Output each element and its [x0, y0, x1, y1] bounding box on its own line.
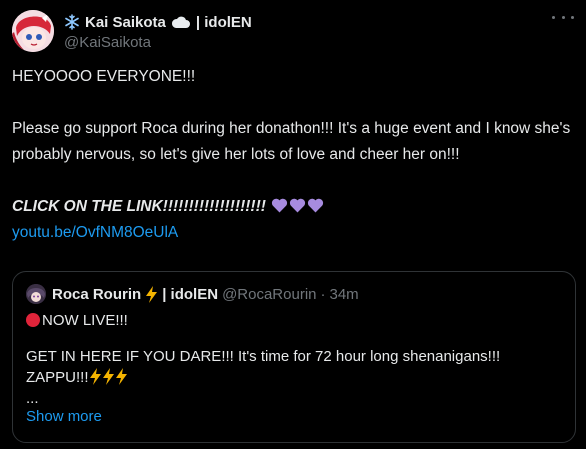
quote-live-line: NOW LIVE!!! — [26, 310, 566, 331]
show-more-link[interactable]: Show more — [26, 408, 102, 425]
quote-author-affiliation: | idolEN — [162, 285, 219, 303]
quote-text: NOW LIVE!!! GET IN HERE IF YOU DARE!!! I… — [26, 310, 566, 409]
lightning-icon — [102, 368, 114, 385]
cloud-icon — [171, 16, 190, 28]
quote-author-name: Roca Rourin — [52, 285, 142, 303]
tweet-paragraph-2: Please go support Roca during her donath… — [12, 120, 571, 163]
red-circle-icon — [26, 313, 40, 327]
quote-body-line: GET IN HERE IF YOU DARE!!! It's time for… — [26, 346, 566, 388]
tweet-link[interactable]: youtu.be/OvfNM8OeUlA — [12, 224, 178, 241]
tweet-cta-line: CLICK ON THE LINK!!!!!!!!!!!!!!!!!!!! — [12, 194, 572, 220]
lightning-icon — [89, 368, 101, 385]
tweet-card[interactable]: Kai Saikota | idolEN @KaiSaikota HEYOOOO… — [0, 0, 586, 449]
quote-author-handle: @RocaRourin — [222, 285, 317, 303]
purple-heart-icon — [272, 198, 288, 213]
purple-heart-icon — [290, 198, 306, 213]
quote-live-text: NOW LIVE!!! — [42, 312, 128, 329]
author-affiliation: | idolEN — [195, 13, 252, 31]
tweet-text: HEYOOOO EVERYONE!!! Please go support Ro… — [12, 64, 572, 246]
tweet-line-1: HEYOOOO EVERYONE!!! — [12, 68, 196, 85]
quote-author-row[interactable]: Roca Rourin | idolEN @RocaRourin · 34m — [52, 284, 359, 304]
lightning-icon — [146, 285, 158, 303]
quoted-tweet[interactable]: Roca Rourin | idolEN @RocaRourin · 34m N… — [12, 271, 576, 443]
author-handle[interactable]: @KaiSaikota — [64, 34, 151, 51]
quote-author-avatar[interactable] — [26, 284, 46, 304]
more-icon[interactable] — [552, 10, 574, 24]
tweet-cta: CLICK ON THE LINK!!!!!!!!!!!!!!!!!!!! — [12, 198, 266, 215]
author-name-row[interactable]: Kai Saikota | idolEN — [64, 12, 252, 32]
snowflake-icon — [65, 14, 79, 30]
quote-time: 34m — [329, 285, 359, 303]
quote-ellipsis: ... — [26, 390, 39, 407]
author-avatar[interactable] — [12, 10, 54, 52]
lightning-icon — [115, 368, 127, 385]
quote-separator: · — [320, 285, 326, 303]
purple-heart-icon — [308, 198, 324, 213]
author-name: Kai Saikota — [85, 13, 166, 31]
